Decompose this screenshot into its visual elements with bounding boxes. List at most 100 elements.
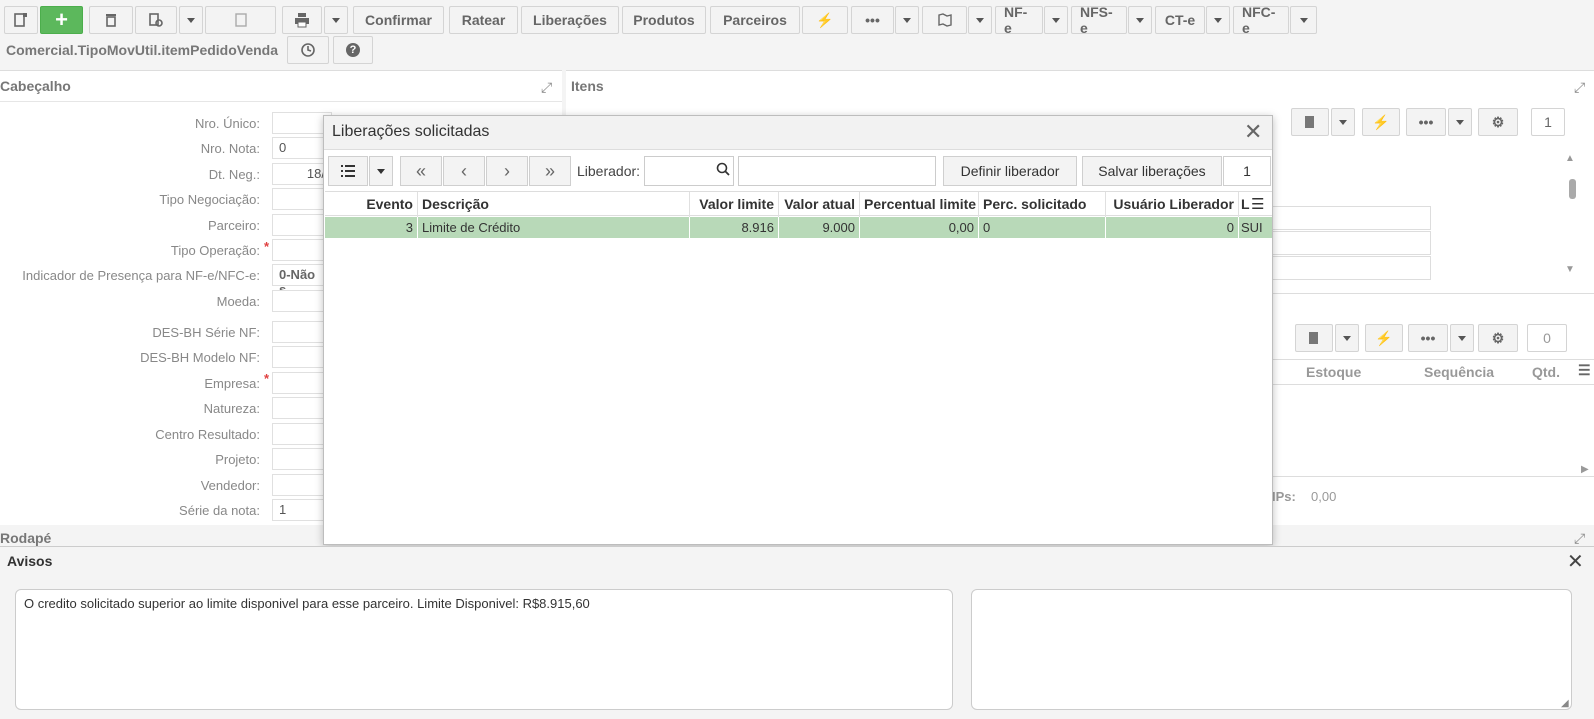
more-dropdown[interactable] <box>895 6 919 34</box>
sub-document-dropdown[interactable] <box>1335 324 1359 352</box>
first-page-button[interactable]: « <box>400 156 442 186</box>
expand-icon[interactable]: ⤢ <box>1574 79 1585 96</box>
col-valor-limite[interactable]: Valor limite <box>690 192 779 217</box>
col-percentual-limite[interactable]: Percentual limite <box>860 192 979 217</box>
map-dropdown[interactable] <box>968 6 992 34</box>
print-dropdown[interactable] <box>324 6 348 34</box>
col-valor-atual[interactable]: Valor atual <box>779 192 860 217</box>
sub-more-button[interactable]: ••• <box>1408 324 1448 352</box>
avisos-message-textarea[interactable]: O credito solicitado superior ao limite … <box>15 589 953 710</box>
columns-menu-icon[interactable]: ☰ <box>1578 362 1591 379</box>
confirmar-button[interactable]: Confirmar <box>353 6 444 34</box>
col-sequencia[interactable]: Sequência <box>1424 364 1494 380</box>
resize-handle-icon[interactable]: ◢ <box>1561 698 1569 709</box>
label-tipo-operacao: Tipo Operação: <box>170 243 260 258</box>
scroll-right-icon[interactable]: ▶ <box>1581 464 1589 475</box>
close-icon[interactable]: ✕ <box>1567 549 1584 574</box>
lightning-icon: ⚡ <box>816 11 834 28</box>
search-document-button[interactable] <box>135 6 177 34</box>
delete-button[interactable] <box>89 6 133 34</box>
gear-icon: ⚙ <box>1491 113 1505 130</box>
chevron-down-icon <box>903 17 911 23</box>
itens-settings-button[interactable]: ⚙ <box>1478 108 1518 136</box>
itens-actions-button[interactable]: ⚡ <box>1362 108 1400 136</box>
cell-usuario-liberador[interactable]: 0 <box>1106 217 1239 238</box>
plus-icon: + <box>55 7 68 32</box>
liberador-name-input[interactable] <box>738 156 936 186</box>
itens-row-partial: TO <box>1246 256 1431 280</box>
print-button[interactable] <box>282 6 322 34</box>
col-usuario-liberador[interactable]: Usuário Liberador <box>1106 192 1239 217</box>
search-icon[interactable] <box>716 162 730 179</box>
list-view-button[interactable] <box>328 156 368 186</box>
sub-actions-button[interactable]: ⚡ <box>1365 324 1403 352</box>
definir-liberador-button[interactable]: Definir liberador <box>943 156 1077 186</box>
ratear-button[interactable]: Ratear <box>449 6 518 34</box>
close-icon[interactable]: ✕ <box>1244 119 1262 145</box>
printer-icon <box>295 13 309 28</box>
help-button[interactable]: ? <box>333 36 373 64</box>
sub-document-button[interactable] <box>1295 324 1333 352</box>
liberacoes-dialog: Liberações solicitadas ✕ « ‹ › » Liberad… <box>323 115 1273 545</box>
nfce-dropdown[interactable] <box>1290 6 1317 34</box>
nfse-dropdown[interactable] <box>1128 6 1152 34</box>
scroll-down-icon[interactable]: ▼ <box>1565 264 1575 275</box>
page-number-input[interactable]: 1 <box>1223 156 1271 186</box>
actions-button[interactable]: ⚡ <box>802 6 848 34</box>
map-button[interactable] <box>922 6 967 34</box>
cell-evento: 3 <box>325 217 418 238</box>
list-view-dropdown[interactable] <box>369 156 393 186</box>
scroll-up-icon[interactable]: ▲ <box>1565 153 1575 164</box>
chevron-down-icon <box>377 168 385 174</box>
cell-perc-solicitado[interactable]: 0 <box>979 217 1106 238</box>
list-icon <box>341 165 355 177</box>
label-projeto: Projeto: <box>215 452 260 467</box>
cte-button[interactable]: CT-e <box>1155 6 1205 34</box>
next-page-button[interactable]: › <box>486 156 528 186</box>
itens-more-dropdown[interactable] <box>1448 108 1472 136</box>
columns-menu-icon[interactable]: ☰ <box>1251 195 1264 213</box>
parceiros-button[interactable]: Parceiros <box>710 6 800 34</box>
new-document-button[interactable] <box>4 6 38 34</box>
label-desbh-serie: DES-BH Série NF: <box>152 325 260 340</box>
col-descricao[interactable]: Descrição <box>418 192 690 217</box>
cte-dropdown[interactable] <box>1206 6 1230 34</box>
sub-settings-button[interactable]: ⚙ <box>1478 324 1518 352</box>
pdf-button[interactable] <box>205 6 276 34</box>
sub-more-dropdown[interactable] <box>1450 324 1474 352</box>
search-document-dropdown[interactable] <box>179 6 203 34</box>
col-evento[interactable]: Evento <box>325 192 418 217</box>
itens-row-partial <box>1246 206 1431 230</box>
nfse-button[interactable]: NFS-e <box>1071 4 1127 36</box>
sub-page[interactable]: 0 <box>1527 324 1567 352</box>
more-icon: ••• <box>1420 330 1436 346</box>
prev-page-button[interactable]: ‹ <box>443 156 485 186</box>
liberador-label: Liberador: <box>577 163 641 179</box>
history-button[interactable] <box>287 36 329 64</box>
itens-more-button[interactable]: ••• <box>1406 108 1446 136</box>
table-row[interactable]: 3 Limite de Crédito 8.916 9.000 0,00 0 0… <box>325 217 1272 238</box>
cabecalho-title: Cabeçalho <box>0 78 71 94</box>
itens-document-button[interactable] <box>1291 108 1329 136</box>
liberacoes-button[interactable]: Liberações <box>521 6 619 34</box>
expand-icon[interactable]: ⤢ <box>1574 530 1585 547</box>
produtos-button[interactable]: Produtos <box>622 6 706 34</box>
last-page-button[interactable]: » <box>529 156 571 186</box>
nfe-dropdown[interactable] <box>1044 6 1068 34</box>
nfce-button[interactable]: NFC-e <box>1233 4 1289 36</box>
col-perc-solicitado[interactable]: Perc. solicitado <box>979 192 1106 217</box>
salvar-liberacoes-button[interactable]: Salvar liberações <box>1082 156 1222 186</box>
itens-document-dropdown[interactable] <box>1331 108 1355 136</box>
cell-valor-limite: 8.916 <box>690 217 779 238</box>
col-extra[interactable]: L <box>1239 192 1251 217</box>
more-button[interactable]: ••• <box>851 6 894 34</box>
itens-page-top[interactable]: 1 <box>1531 108 1565 136</box>
add-button[interactable]: + <box>40 6 83 34</box>
expand-icon[interactable]: ⤢ <box>541 79 552 96</box>
scrollbar-thumb[interactable] <box>1569 179 1576 199</box>
document-icon <box>1309 332 1318 344</box>
nfe-button[interactable]: NF-e <box>995 4 1043 36</box>
col-estoque[interactable]: Estoque <box>1306 364 1361 380</box>
avisos-details-textarea[interactable] <box>971 589 1572 710</box>
col-qtd[interactable]: Qtd. <box>1532 364 1560 380</box>
